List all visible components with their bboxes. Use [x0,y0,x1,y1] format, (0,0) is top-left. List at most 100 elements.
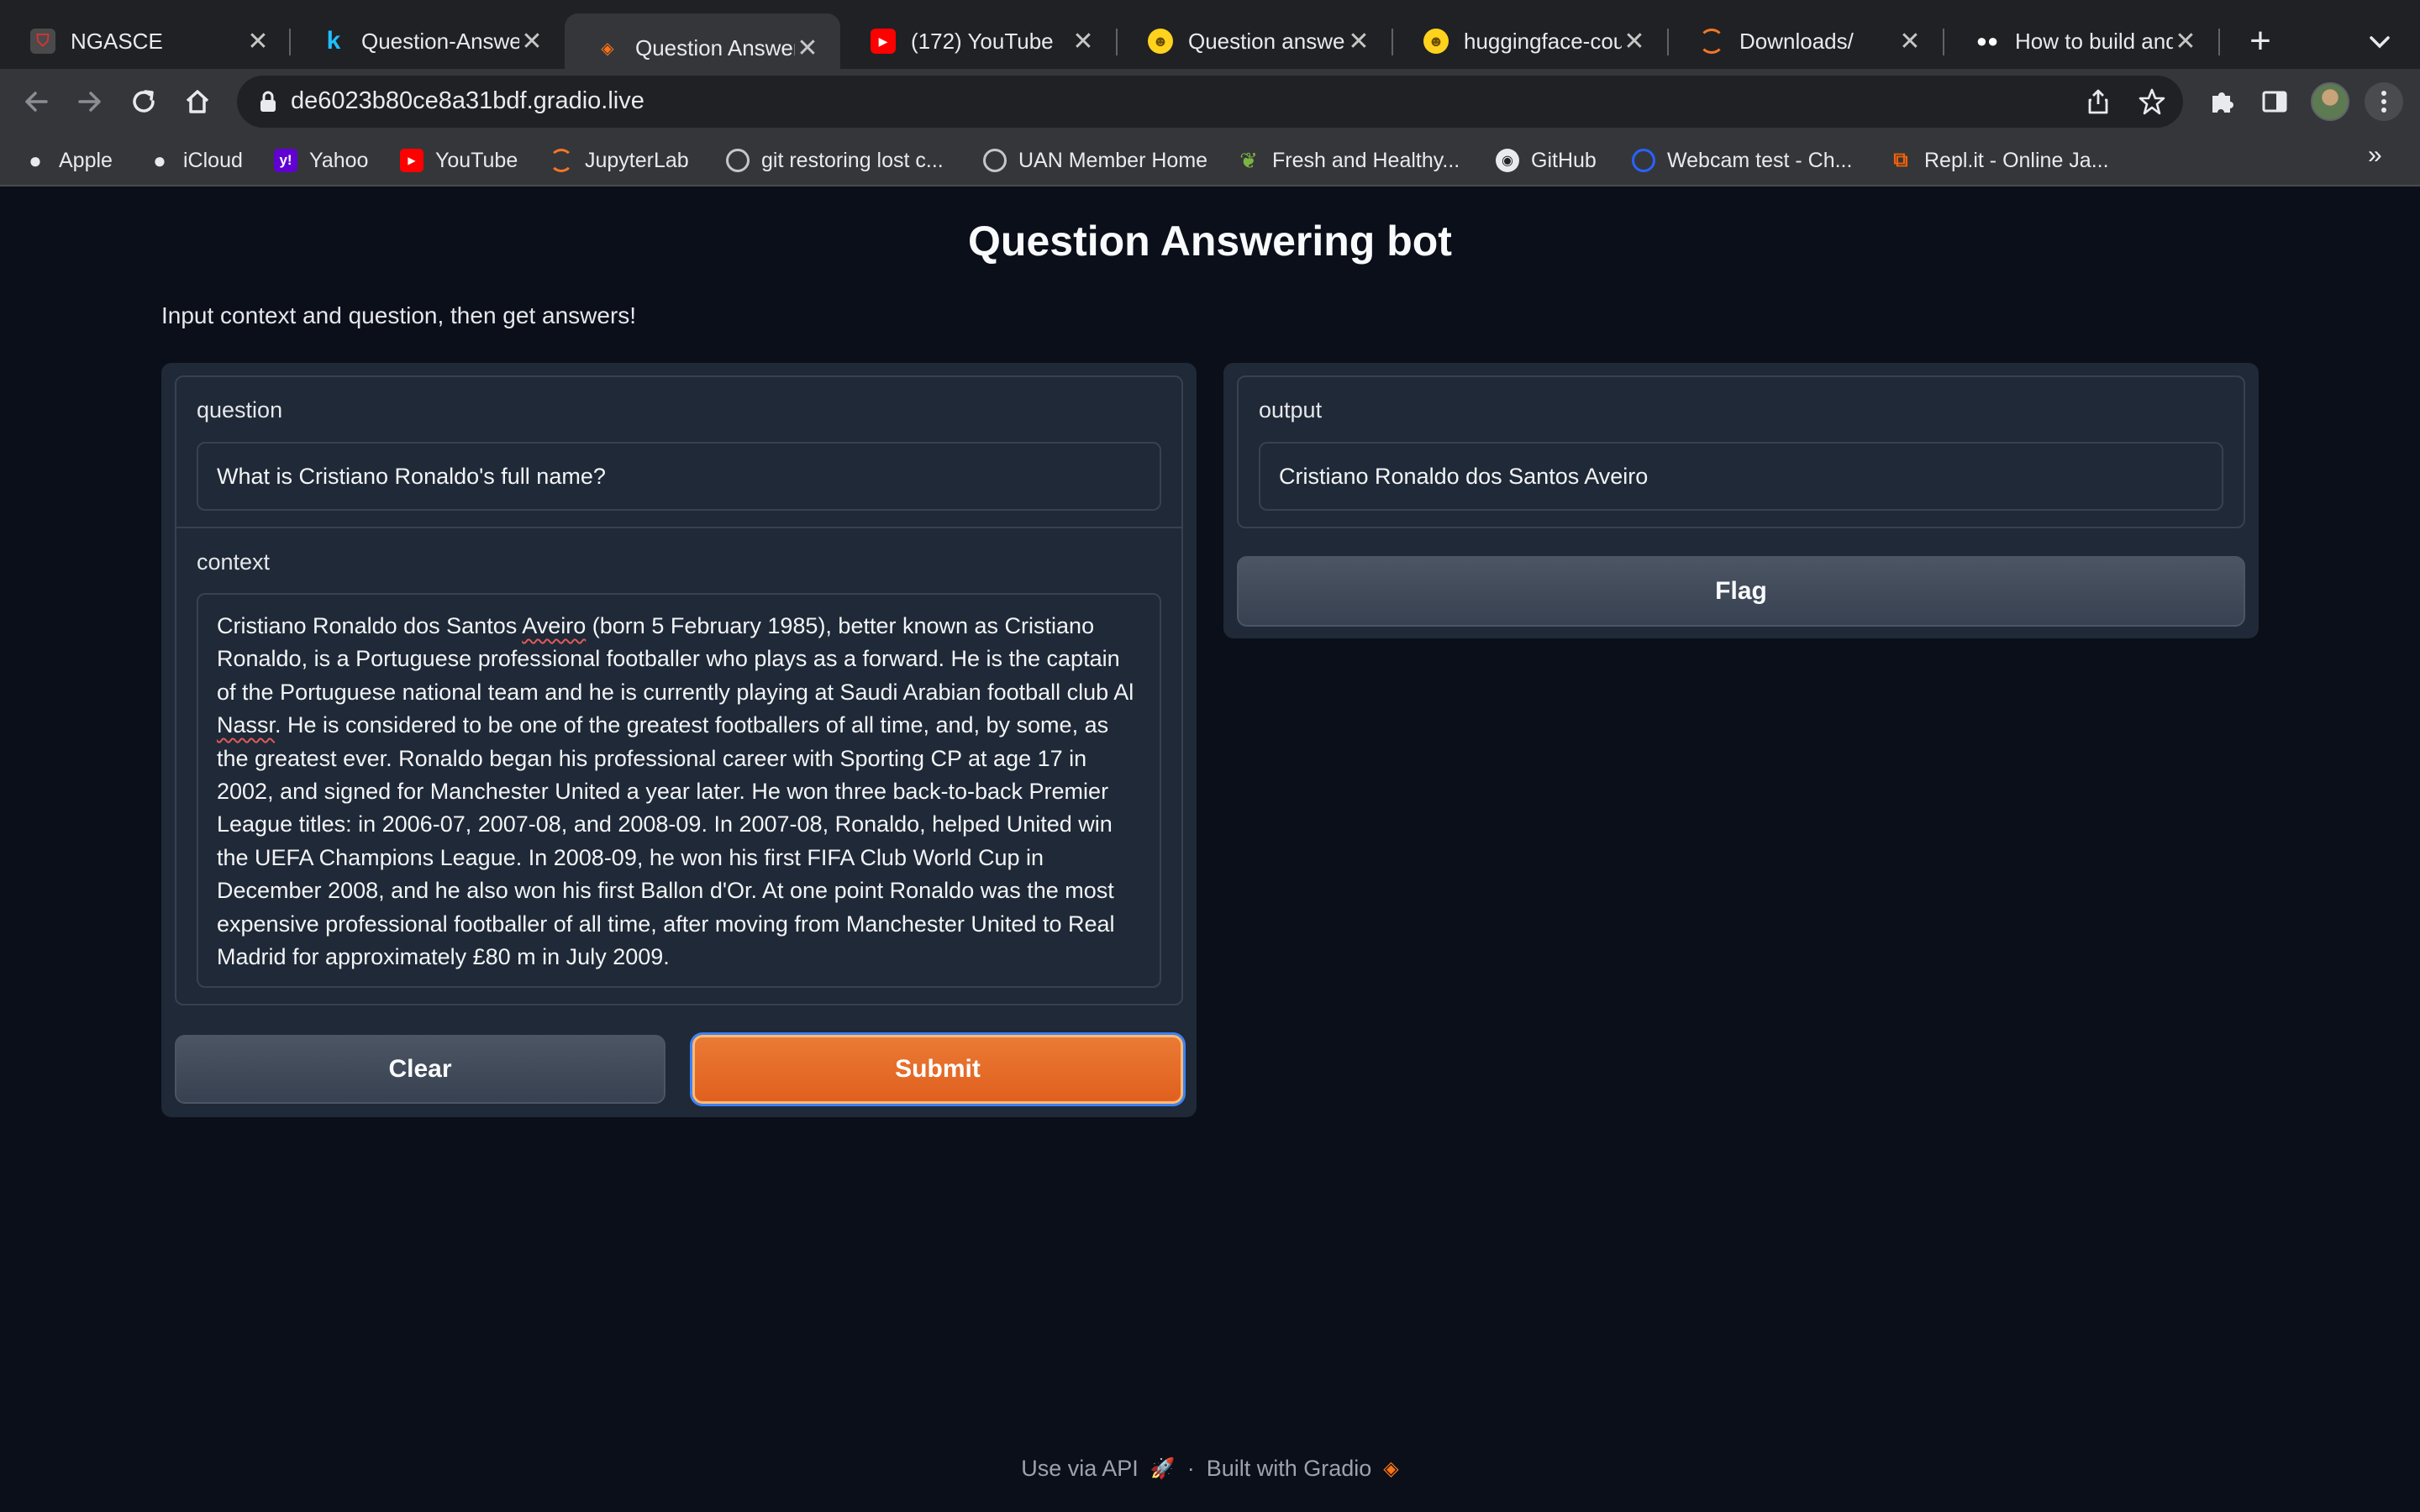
submit-button[interactable]: Submit [692,1035,1183,1104]
bookmark-label: JupyterLab [585,148,689,172]
bookmark-label: iCloud [183,148,243,172]
bookmark-label: UAN Member Home [1018,148,1208,172]
kaggle-k-icon: k [326,27,341,55]
close-icon[interactable]: ✕ [1071,27,1096,56]
tab-title: Downloads/ [1739,28,1854,54]
use-via-api-link[interactable]: Use via API [1021,1456,1139,1482]
close-icon[interactable]: ✕ [519,27,544,56]
bookmark-fresh-healthy[interactable]: ❦ Fresh and Healthy... [1237,144,1460,176]
home-icon[interactable] [178,82,217,121]
close-icon[interactable]: ✕ [2173,27,2198,56]
browser-tab[interactable]: ▶ (172) YouTube ✕ [840,13,1116,69]
bookmark-webcam-test[interactable]: Webcam test - Ch... [1632,144,1852,176]
youtube-icon: ▶ [400,149,424,172]
bookmark-label: Yahoo [309,148,369,172]
bookmark-git-restoring[interactable]: git restoring lost c... [726,144,944,176]
tab-separator [2218,29,2220,55]
apple-icon: ● [29,147,42,173]
bookmark-label: Repl.it - Online Ja... [1924,148,2109,172]
output-textbox[interactable]: Cristiano Ronaldo dos Santos Aveiro [1259,442,2223,511]
extensions-puzzle-icon[interactable] [2205,84,2240,119]
context-label: context [197,549,271,575]
browser-toolbar: de6023b80ce8a31bdf.gradio.live [0,69,2420,134]
bookmark-apple[interactable]: ● Apple [24,144,113,176]
question-label: question [197,397,283,423]
output-label: output [1259,397,1323,423]
bookmark-jupyterlab[interactable]: JupyterLab [550,144,689,176]
built-with-gradio-link[interactable]: Built with Gradio [1207,1456,1372,1482]
tab-title: How to build and [2015,28,2173,54]
globe-icon [726,149,750,172]
bookmark-github[interactable]: ◉ GitHub [1496,144,1597,176]
back-arrow-icon[interactable] [17,82,55,121]
webcam-icon [1632,149,1655,172]
lock-icon[interactable] [252,86,284,118]
browser-tab[interactable]: ●● How to build and ✕ [1944,13,2218,69]
tab-title: NGASCE [71,28,163,54]
url-text[interactable]: de6023b80ce8a31bdf.gradio.live [291,87,644,115]
spellcheck-word: Nassr [217,712,276,738]
jupyter-icon [550,149,573,172]
close-icon[interactable]: ✕ [1622,27,1647,56]
close-icon[interactable]: ✕ [795,34,820,63]
bookmark-youtube[interactable]: ▶ YouTube [400,144,518,176]
close-icon[interactable]: ✕ [1897,27,1923,56]
context-textarea[interactable]: Cristiano Ronaldo dos Santos Aveiro (bor… [197,593,1161,988]
huggingface-icon: ☻ [1423,29,1449,54]
share-icon[interactable] [2082,86,2114,118]
bookmark-replit[interactable]: ⧉ Repl.it - Online Ja... [1889,144,2109,176]
rocket-icon: 🚀 [1150,1457,1176,1480]
side-panel-icon[interactable] [2257,84,2292,119]
bookmark-icloud[interactable]: ● iCloud [148,144,243,176]
more-menu-icon[interactable] [2365,82,2403,121]
forward-arrow-icon[interactable] [71,82,109,121]
medium-icon: ●● [1975,30,1999,51]
question-input[interactable]: What is Cristiano Ronaldo's full name? [197,442,1161,511]
tab-title: Question answerir [1188,28,1346,54]
tab-title: Question Answeri [635,34,795,60]
leaf-icon: ❦ [1239,147,1258,173]
bookmark-star-icon[interactable] [2136,86,2168,118]
spellcheck-word: Aveiro [522,613,587,638]
huggingface-icon: ☻ [1148,29,1173,54]
bookmark-yahoo[interactable]: y! Yahoo [274,144,368,176]
globe-icon [983,149,1007,172]
browser-tab[interactable]: Downloads/ ✕ [1669,13,1943,69]
gradio-icon: ◈ [601,39,614,58]
page-footer: Use via API 🚀 · Built with Gradio ◈ [0,1452,2420,1485]
profile-avatar[interactable] [2311,82,2349,121]
bookmark-uan[interactable]: UAN Member Home [983,144,1207,176]
gradio-logo-icon: ◈ [1383,1457,1399,1480]
youtube-icon: ▶ [871,29,896,54]
yahoo-icon: y! [274,149,297,172]
bookmarks-bar: ● Apple ● iCloud y! Yahoo ▶ YouTube Jupy… [0,134,2420,186]
tab-search-chevron-icon[interactable] [2363,25,2396,59]
tab-title: Question-Answer [361,28,519,54]
replit-icon: ⧉ [1893,149,1908,171]
jupyter-icon [1699,29,1724,54]
page-title: Question Answering bot [968,218,1452,265]
close-icon[interactable]: ✕ [245,27,271,56]
bookmark-label: YouTube [435,148,518,172]
bookmarks-overflow-chevron-icon[interactable]: » [2368,141,2382,170]
close-icon[interactable]: ✕ [1346,27,1371,56]
footer-separator: · [1186,1455,1195,1481]
context-block: context Cristiano Ronaldo dos Santos Ave… [175,527,1183,1005]
page-description: Input context and question, then get ans… [161,302,637,328]
clear-button[interactable]: Clear [175,1035,666,1104]
flag-button[interactable]: Flag [1237,556,2245,627]
address-bar[interactable]: de6023b80ce8a31bdf.gradio.live [237,76,2183,128]
bookmark-label: Fresh and Healthy... [1272,148,1460,172]
github-icon: ◉ [1496,149,1519,172]
new-tab-plus-icon[interactable]: + [2235,18,2286,66]
browser-tab[interactable]: ⛉ NGASCE ✕ [0,13,291,69]
context-text: Cristiano Ronaldo dos Santos [217,613,523,638]
reload-icon[interactable] [124,82,163,121]
context-text: . He is considered to be one of the grea… [217,712,1115,970]
ngasce-shield-icon: ⛉ [30,29,55,54]
browser-tab[interactable]: k Question-Answer ✕ [291,13,565,69]
tab-title: huggingface-cour [1464,28,1622,54]
tab-title: (172) YouTube [911,28,1054,54]
browser-tab[interactable]: ☻ huggingface-cour ✕ [1393,13,1667,69]
browser-tab[interactable]: ☻ Question answerir ✕ [1118,13,1392,69]
